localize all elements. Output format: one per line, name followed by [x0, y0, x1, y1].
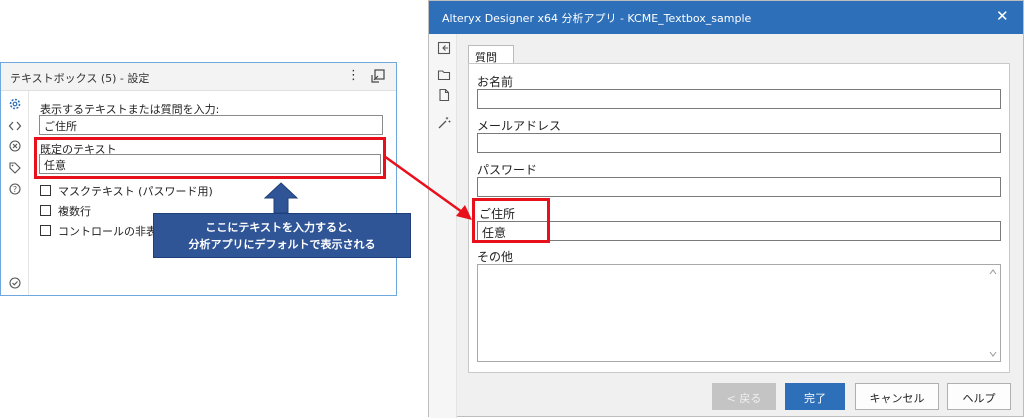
more-options-icon[interactable]: ⋮ [347, 68, 360, 83]
other-label: その他 [477, 250, 514, 264]
config-panel-title: テキストボックス (5) - 設定 [10, 72, 150, 85]
hide-control-label: コントロールの非表示 [58, 225, 168, 238]
window-title: Alteryx Designer x64 分析アプリ - KCME_Textbo… [442, 12, 752, 25]
multiline-checkbox[interactable] [40, 205, 51, 216]
help-icon[interactable]: ? [8, 182, 22, 196]
help-button[interactable]: ヘルプ [947, 383, 1011, 410]
gear-icon[interactable] [8, 97, 22, 111]
window-titlebar: Alteryx Designer x64 分析アプリ - KCME_Textbo… [429, 1, 1023, 34]
cancel-button[interactable]: キャンセル [855, 383, 939, 410]
address-highlight [472, 198, 550, 243]
file-icon[interactable] [437, 88, 451, 102]
magic-wand-icon[interactable] [437, 116, 451, 130]
callout-box: ここにテキストを入力すると、 分析アプリにデフォルトで表示される [153, 213, 411, 258]
email-input[interactable] [477, 133, 1001, 153]
close-icon[interactable]: ✕ [996, 7, 1009, 25]
callout-line-2: 分析アプリにデフォルトで表示される [188, 238, 376, 251]
config-panel-header: テキストボックス (5) - 設定 ⋮ [1, 63, 396, 91]
address-input[interactable]: 任意 [477, 221, 1001, 241]
name-input[interactable] [477, 89, 1001, 109]
collapse-icon[interactable] [437, 41, 451, 55]
done-button[interactable]: 完了 [785, 383, 845, 410]
undock-icon[interactable] [371, 69, 385, 83]
svg-text:?: ? [13, 185, 17, 194]
back-button[interactable]: < 戻る [712, 383, 776, 410]
default-text-highlight [34, 137, 386, 179]
mask-text-checkbox[interactable] [40, 185, 51, 196]
multiline-label: 複数行 [58, 205, 91, 218]
scroll-up-icon[interactable] [988, 268, 998, 276]
email-label: メールアドレス [477, 119, 562, 133]
callout-up-arrow [264, 182, 298, 214]
password-label: パスワード [477, 163, 538, 177]
config-side-rail: ? [1, 91, 29, 295]
name-label: お名前 [477, 75, 514, 89]
other-textarea[interactable] [477, 264, 1001, 362]
prompt-input[interactable]: ご住所 [39, 115, 383, 135]
tag-icon[interactable] [8, 161, 22, 175]
config-panel: テキストボックス (5) - 設定 ⋮ ? 表示するテキストまたは質問を入力: … [0, 62, 397, 296]
mask-text-label: マスクテキスト (パスワード用) [58, 185, 213, 198]
code-icon[interactable] [8, 119, 22, 133]
callout-line-1: ここにテキストを入力すると、 [205, 221, 359, 234]
hide-control-checkbox[interactable] [40, 225, 51, 236]
connector-arrow [383, 154, 472, 220]
scroll-down-icon[interactable] [988, 350, 998, 358]
check-circle-icon[interactable] [8, 276, 22, 290]
password-input[interactable] [477, 177, 1001, 197]
tab-questions[interactable]: 質問 [468, 45, 514, 64]
folder-icon[interactable] [437, 68, 451, 82]
close-circle-icon[interactable] [8, 139, 22, 153]
